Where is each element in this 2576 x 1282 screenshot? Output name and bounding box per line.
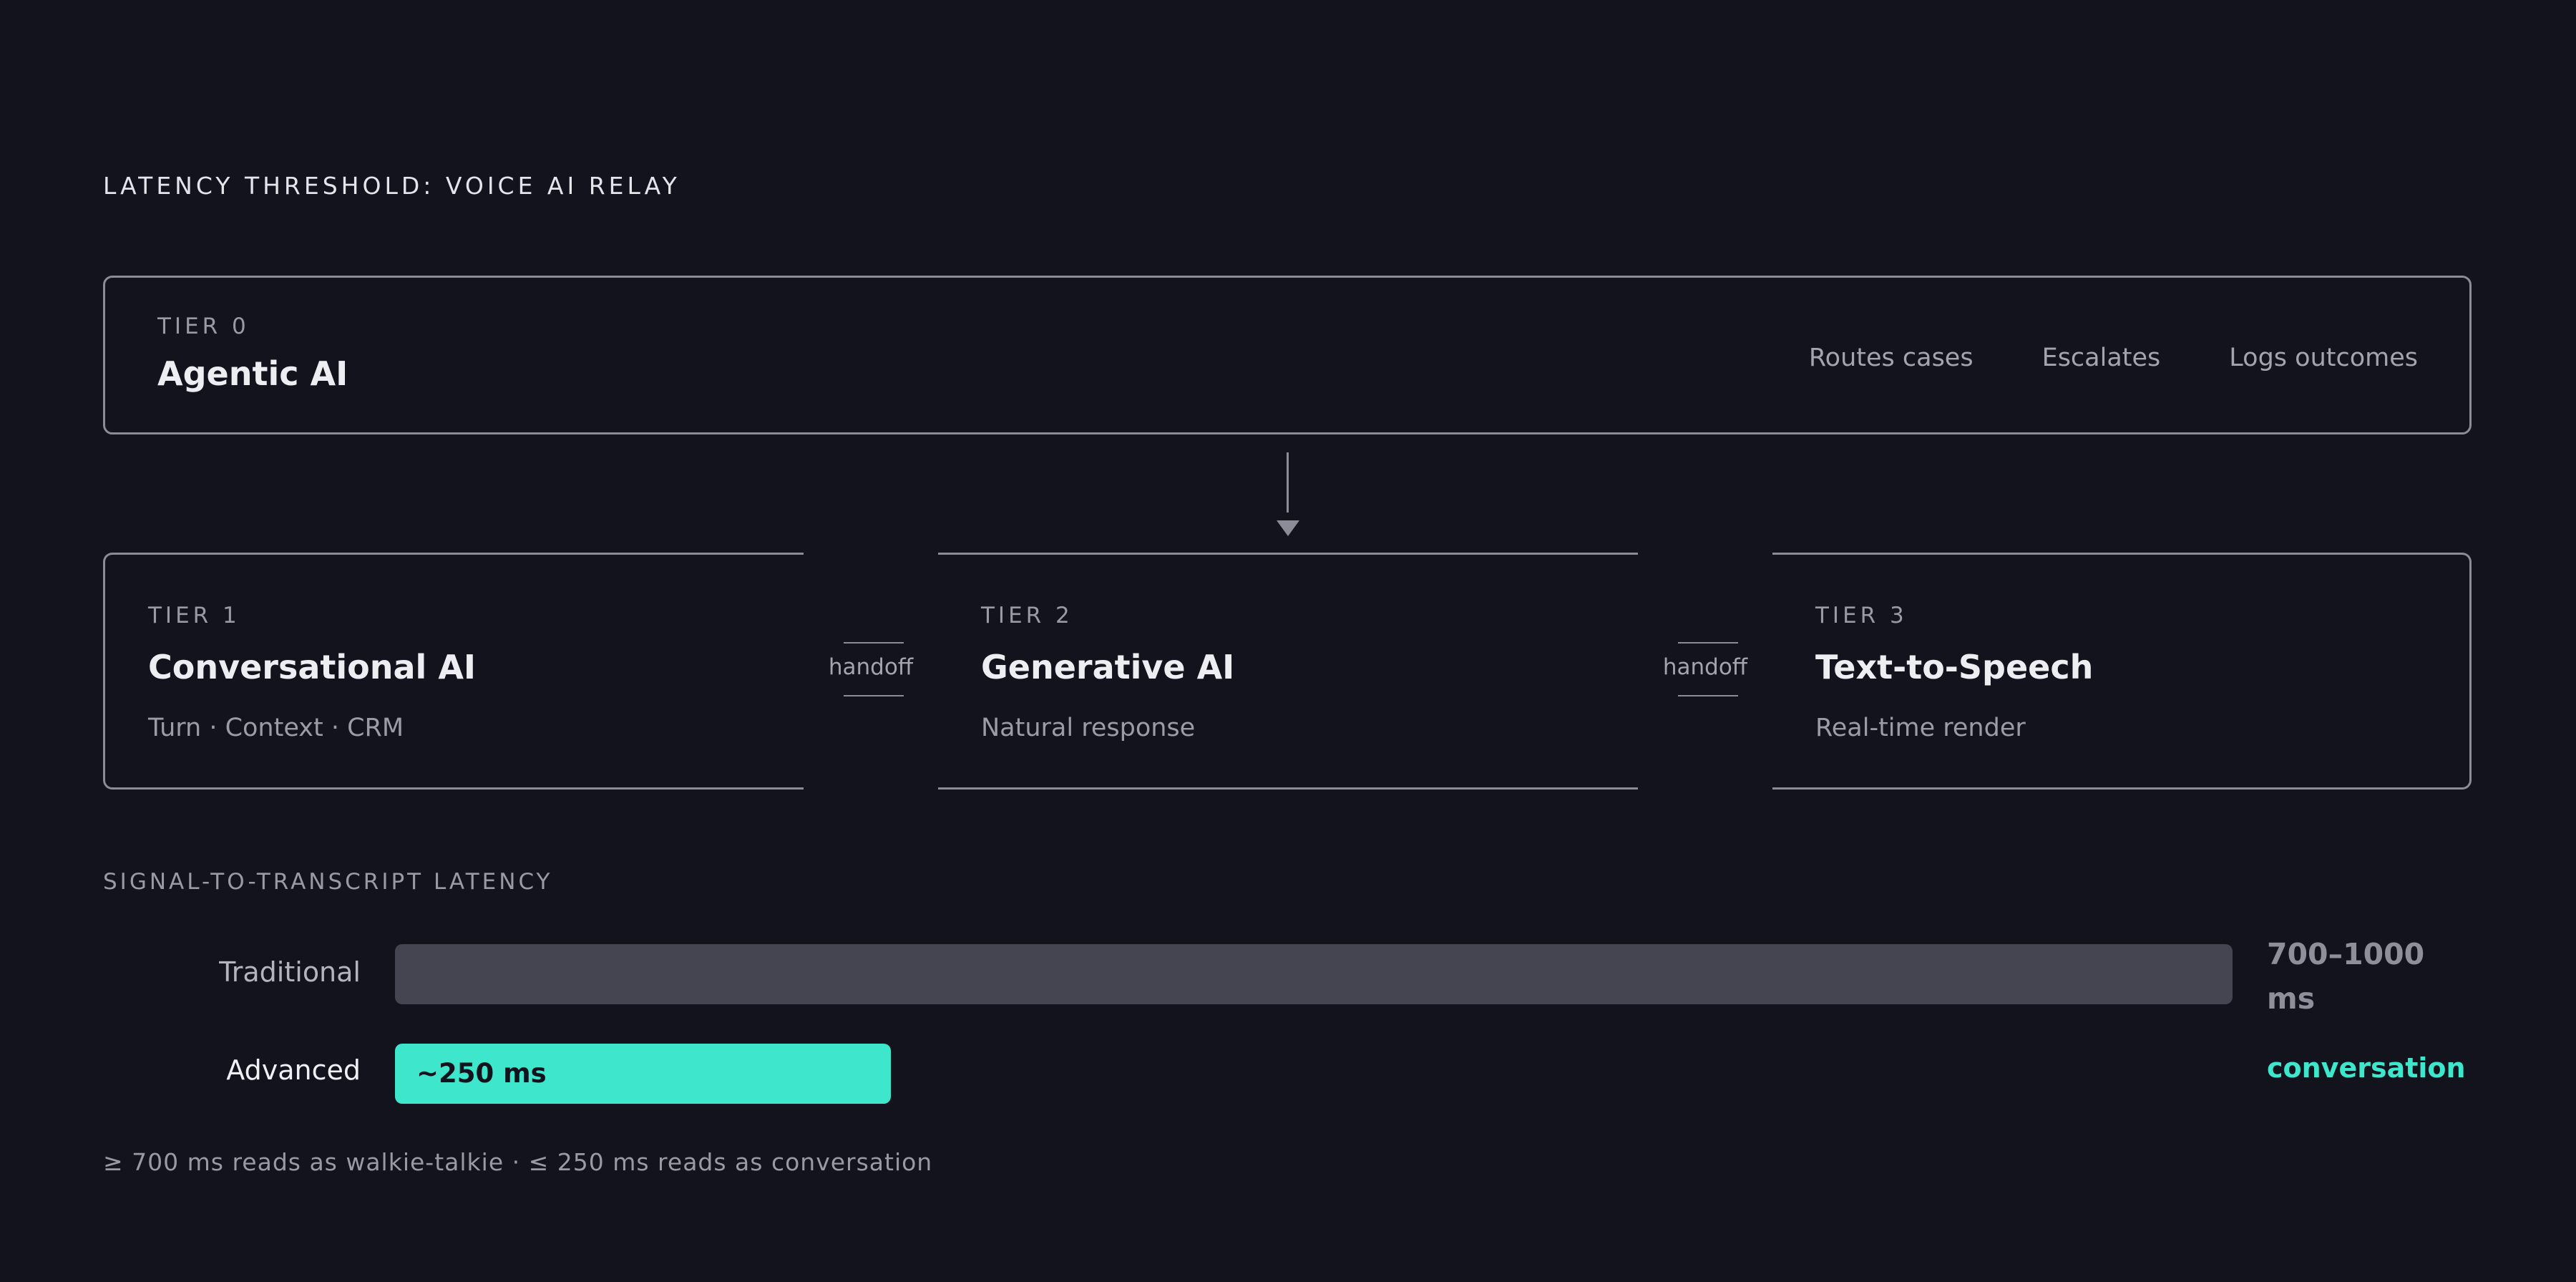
diagram-title: LATENCY THRESHOLD: VOICE AI RELAY bbox=[103, 172, 680, 200]
arrow-down-icon bbox=[1277, 520, 1299, 536]
handoff-line bbox=[1678, 695, 1738, 696]
tier-3-desc: Real-time render bbox=[1815, 714, 2026, 742]
bar-label-advanced: Advanced bbox=[226, 1054, 361, 1086]
action-logs-outcomes: Logs outcomes bbox=[2229, 344, 2418, 372]
tier-0-name: Agentic AI bbox=[157, 354, 348, 393]
handoff-line bbox=[844, 695, 904, 696]
tier-0-actions: Routes cases Escalates Logs outcomes bbox=[1809, 344, 2418, 372]
latency-section-title: SIGNAL-TO-TRANSCRIPT LATENCY bbox=[103, 869, 553, 895]
handoff-line bbox=[1678, 642, 1738, 644]
value-traditional: 700–1000 ms bbox=[2267, 937, 2425, 1016]
tier-1-label: TIER 1 bbox=[148, 603, 240, 628]
value-advanced: conversation bbox=[2267, 1052, 2466, 1084]
bar-traditional bbox=[395, 944, 2233, 1004]
tier-2-label: TIER 2 bbox=[981, 603, 1073, 628]
bar-track-advanced: ~250 ms bbox=[395, 1044, 2233, 1104]
bar-track-traditional bbox=[395, 944, 2233, 1004]
handoff-label: handoff bbox=[828, 654, 914, 680]
tier-1-name: Conversational AI bbox=[148, 648, 477, 686]
tier-3-name: Text-to-Speech bbox=[1815, 648, 2094, 686]
bar-label-traditional: Traditional bbox=[219, 956, 361, 988]
tier-2-desc: Natural response bbox=[981, 714, 1196, 742]
tier-1-desc: Turn · Context · CRM bbox=[148, 714, 404, 742]
handoff-label: handoff bbox=[1662, 654, 1748, 680]
tier-3-label: TIER 3 bbox=[1815, 603, 1908, 628]
tier-3-box: TIER 3 Text-to-Speech Real-time render bbox=[1772, 553, 2472, 790]
diagram-page: LATENCY THRESHOLD: VOICE AI RELAY TIER 0… bbox=[0, 0, 2576, 1282]
bar-advanced-value: ~250 ms bbox=[416, 1058, 547, 1089]
handoff-line bbox=[844, 642, 904, 644]
tier-2-box: TIER 2 Generative AI Natural response bbox=[938, 553, 1638, 790]
handoff-connector-1: handoff bbox=[804, 642, 938, 699]
bar-advanced: ~250 ms bbox=[395, 1044, 891, 1104]
tier-2-name: Generative AI bbox=[981, 648, 1235, 686]
action-routes-cases: Routes cases bbox=[1808, 344, 1974, 372]
handoff-connector-2: handoff bbox=[1638, 642, 1772, 699]
tier-0-label: TIER 0 bbox=[157, 314, 250, 339]
tier-1-box: TIER 1 Conversational AI Turn · Context … bbox=[103, 553, 804, 790]
connector-line bbox=[1287, 452, 1289, 513]
action-escalates: Escalates bbox=[2041, 344, 2161, 372]
tier-0-box: TIER 0 Agentic AI Routes cases Escalates… bbox=[103, 276, 2472, 434]
footnote: ≥ 700 ms reads as walkie-talkie · ≤ 250 … bbox=[103, 1148, 933, 1176]
